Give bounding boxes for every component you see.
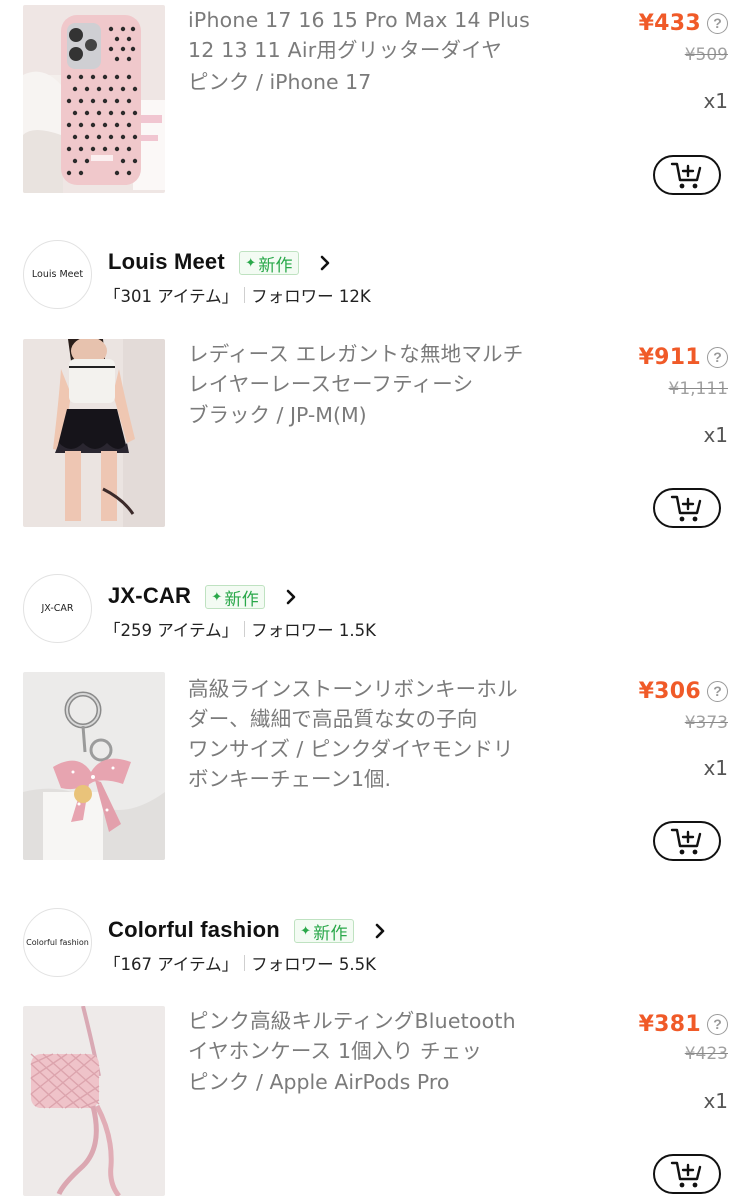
- product-price: ¥911: [638, 345, 701, 370]
- store-header[interactable]: Colorful fashion Colorful fashion ✦ 新作 「…: [0, 906, 753, 996]
- original-price: ¥373: [684, 713, 728, 733]
- product-price: ¥433: [638, 11, 701, 36]
- price-group: ¥381 ?: [639, 1012, 728, 1037]
- add-to-cart-icon: [670, 162, 702, 189]
- price-group: ¥306 ?: [639, 679, 728, 704]
- add-to-cart-button[interactable]: [653, 155, 721, 195]
- new-badge-label: 新作: [224, 589, 259, 610]
- product-quantity[interactable]: x1: [703, 756, 728, 780]
- new-badge-label: 新作: [258, 255, 293, 276]
- divider: [244, 621, 246, 637]
- original-price: ¥423: [684, 1044, 728, 1064]
- product-row[interactable]: レディース エレガントな無地マルチレイヤーレースセーフティーシ ブラック / J…: [0, 339, 753, 539]
- new-badge: ✦ 新作: [294, 919, 354, 944]
- store-meta: 「301 アイテム」 フォロワー 12K: [104, 283, 371, 307]
- product-image[interactable]: [23, 339, 165, 527]
- new-badge-label: 新作: [313, 923, 348, 944]
- divider: [244, 287, 246, 303]
- store-followers: フォロワー 1.5K: [251, 621, 376, 640]
- store-logo[interactable]: JX-CAR: [23, 574, 92, 643]
- product-title[interactable]: レディース エレガントな無地マルチレイヤーレースセーフティーシ: [188, 339, 533, 399]
- add-to-cart-icon: [670, 1161, 702, 1188]
- sparkle-icon: ✦: [300, 923, 312, 939]
- product-price: ¥306: [638, 679, 701, 704]
- store-name-row[interactable]: Colorful fashion ✦ 新作: [108, 917, 386, 944]
- product-variant[interactable]: ブラック / JP-M(M): [188, 400, 533, 430]
- price-group: ¥911 ?: [639, 345, 728, 370]
- store-name[interactable]: Louis Meet: [108, 249, 225, 274]
- store-header[interactable]: Louis Meet Louis Meet ✦ 新作 「301 アイテム」 フォ…: [0, 238, 753, 328]
- chevron-right-icon[interactable]: [285, 588, 297, 606]
- product-variant[interactable]: ワンサイズ / ピンクダイヤモンドリボンキーチェーン1個.: [188, 734, 533, 794]
- store-header[interactable]: JX-CAR JX-CAR ✦ 新作 「259 アイテム」 フォロワー 1.5K: [0, 572, 753, 662]
- product-row[interactable]: 高級ラインストーンリボンキーホルダー、繊細で高品質な女の子向 ワンサイズ / ピ…: [0, 672, 753, 872]
- new-badge: ✦ 新作: [239, 251, 299, 276]
- product-quantity[interactable]: x1: [703, 1089, 728, 1113]
- product-row[interactable]: iPhone 17 16 15 Pro Max 14 Plus 12 13 11…: [0, 0, 753, 200]
- chevron-right-icon[interactable]: [374, 922, 386, 940]
- product-title[interactable]: ピンク高級キルティングBluetoothイヤホンケース 1個入り チェッ: [188, 1006, 533, 1066]
- product-title[interactable]: 高級ラインストーンリボンキーホルダー、繊細で高品質な女の子向: [188, 674, 533, 734]
- question-circle-icon[interactable]: ?: [707, 1014, 728, 1035]
- store-item-count: 「167 アイテム」: [104, 955, 239, 974]
- store-item-count: 「301 アイテム」: [104, 287, 239, 306]
- store-meta: 「259 アイテム」 フォロワー 1.5K: [104, 617, 376, 641]
- original-price: ¥1,111: [668, 379, 728, 399]
- original-price: ¥509: [684, 45, 728, 65]
- add-to-cart-icon: [670, 495, 702, 522]
- store-name-row[interactable]: JX-CAR ✦ 新作: [108, 583, 297, 610]
- product-image[interactable]: [23, 1006, 165, 1196]
- sparkle-icon: ✦: [211, 589, 223, 605]
- product-row[interactable]: ピンク高級キルティングBluetoothイヤホンケース 1個入り チェッ ピンク…: [0, 1006, 753, 1200]
- product-quantity[interactable]: x1: [703, 89, 728, 113]
- product-quantity[interactable]: x1: [703, 423, 728, 447]
- product-variant[interactable]: ピンク / iPhone 17: [188, 67, 533, 97]
- question-circle-icon[interactable]: ?: [707, 347, 728, 368]
- sparkle-icon: ✦: [245, 255, 257, 271]
- add-to-cart-button[interactable]: [653, 1154, 721, 1194]
- product-image[interactable]: [23, 672, 165, 860]
- store-followers: フォロワー 12K: [251, 287, 371, 306]
- question-circle-icon[interactable]: ?: [707, 681, 728, 702]
- question-circle-icon[interactable]: ?: [707, 13, 728, 34]
- store-name[interactable]: Colorful fashion: [108, 917, 280, 942]
- store-followers: フォロワー 5.5K: [251, 955, 376, 974]
- price-group: ¥433 ?: [639, 11, 728, 36]
- store-meta: 「167 アイテム」 フォロワー 5.5K: [104, 951, 376, 975]
- add-to-cart-icon: [670, 828, 702, 855]
- add-to-cart-button[interactable]: [653, 488, 721, 528]
- product-variant[interactable]: ピンク / Apple AirPods Pro: [188, 1067, 533, 1097]
- store-name[interactable]: JX-CAR: [108, 583, 191, 608]
- product-title[interactable]: iPhone 17 16 15 Pro Max 14 Plus 12 13 11…: [188, 5, 533, 65]
- store-item-count: 「259 アイテム」: [104, 621, 239, 640]
- product-price: ¥381: [638, 1012, 701, 1037]
- product-image[interactable]: [23, 5, 165, 193]
- divider: [244, 955, 246, 971]
- new-badge: ✦ 新作: [205, 585, 265, 610]
- add-to-cart-button[interactable]: [653, 821, 721, 861]
- chevron-right-icon[interactable]: [319, 254, 331, 272]
- store-name-row[interactable]: Louis Meet ✦ 新作: [108, 249, 331, 276]
- store-logo[interactable]: Louis Meet: [23, 240, 92, 309]
- store-logo[interactable]: Colorful fashion: [23, 908, 92, 977]
